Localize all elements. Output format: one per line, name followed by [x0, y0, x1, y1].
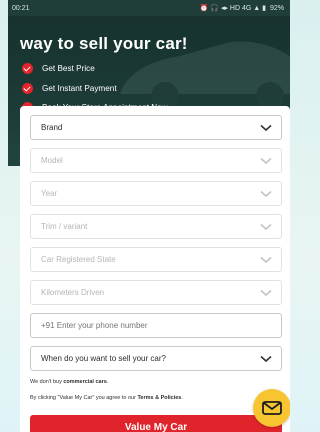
chevron-down-icon [260, 256, 272, 263]
status-time: 00:21 [12, 4, 30, 12]
chevron-down-icon [260, 355, 272, 362]
check-circle-icon [22, 63, 33, 75]
terms-policies-link[interactable]: Terms & Policies [137, 395, 181, 401]
terms-suffix: . [181, 395, 183, 401]
year-select[interactable]: Year [30, 181, 282, 206]
sell-timeline-label: When do you want to sell your car? [41, 354, 166, 363]
chevron-down-icon [260, 289, 272, 296]
chat-message-button[interactable] [253, 389, 290, 427]
envelope-icon [262, 401, 282, 415]
commercial-cars-note: We don't buy commercial cars. [30, 379, 282, 385]
benefit-item: Get Best Price [22, 59, 168, 79]
registered-state-label: Car Registered State [41, 255, 116, 264]
benefit-label: Get Instant Payment [42, 83, 117, 93]
hero-title: way to sell your car! [20, 34, 188, 53]
brand-select[interactable]: Brand [30, 115, 282, 140]
brand-select-label: Brand [41, 123, 63, 132]
model-select[interactable]: Model [30, 148, 282, 173]
phone-field[interactable] [30, 313, 282, 338]
battery-percent: 92% [269, 4, 284, 12]
sell-car-form: Brand Model Year Trim / variant Car Regi… [20, 106, 290, 432]
trim-select[interactable]: Trim / variant [30, 214, 282, 239]
note-text: We don't buy [30, 379, 64, 385]
benefit-label: Get Best Price [42, 64, 95, 74]
kilometers-select-label: Kilometers Driven [41, 288, 105, 297]
chevron-down-icon [260, 190, 272, 197]
note-suffix: . [106, 379, 109, 385]
check-circle-icon [22, 82, 33, 94]
status-indicators: ⏰ 🎧 ◂▸ HD 4G ▲ ▮ 92% [199, 4, 284, 13]
sell-timeline-select[interactable]: When do you want to sell your car? [30, 346, 282, 371]
model-select-label: Model [41, 156, 63, 165]
kilometers-select[interactable]: Kilometers Driven [30, 280, 282, 305]
status-icons: ⏰ 🎧 ◂▸ HD 4G ▲ ▮ [199, 5, 266, 12]
terms-notice: By clicking "Value My Car" you agree to … [30, 395, 282, 401]
benefit-item: Get Instant Payment [22, 79, 168, 99]
registered-state-select[interactable]: Car Registered State [30, 247, 282, 272]
chevron-down-icon [260, 157, 272, 164]
phone-input[interactable] [41, 321, 272, 330]
terms-text: By clicking "Value My Car" you agree to … [30, 395, 138, 401]
chevron-down-icon [260, 124, 272, 131]
chevron-down-icon [260, 223, 272, 230]
status-bar: 00:21 ⏰ 🎧 ◂▸ HD 4G ▲ ▮ 92% [8, 0, 290, 16]
note-bold-text: commercial cars [63, 379, 107, 385]
app-screen: 00:21 ⏰ 🎧 ◂▸ HD 4G ▲ ▮ 92% way to sell y… [8, 0, 290, 432]
value-my-car-button[interactable]: Value My Car [30, 415, 282, 432]
year-select-label: Year [41, 189, 58, 198]
trim-select-label: Trim / variant [41, 222, 88, 231]
